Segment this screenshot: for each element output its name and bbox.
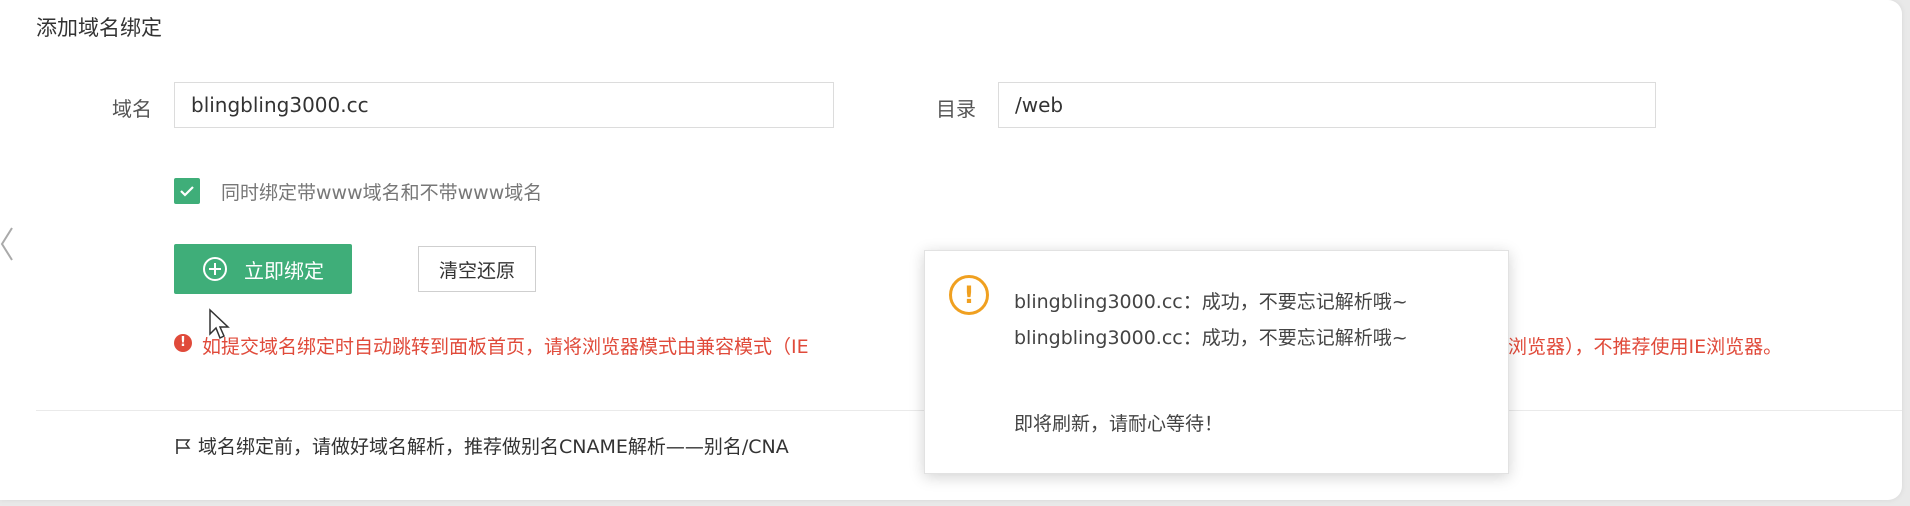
bind-now-button[interactable]: 立即绑定 [174, 244, 352, 294]
dialog-line-3: 即将刷新，请耐心等待！ [1014, 413, 1224, 435]
success-message-dialog: ! blingbling3000.cc：成功，不要忘记解析哦~ blingbli… [924, 250, 1509, 474]
reset-button[interactable]: 清空还原 [418, 246, 536, 292]
dns-tip-text: 域名绑定前，请做好域名解析，推荐做别名CNAME解析——别名/CNA [198, 436, 789, 458]
dialog-line-1: blingbling3000.cc：成功，不要忘记解析哦~ [1014, 291, 1408, 313]
chevron-left-icon[interactable] [0, 224, 14, 264]
dialog-line-2: blingbling3000.cc：成功，不要忘记解析哦~ [1014, 327, 1408, 349]
flag-icon [176, 439, 191, 454]
bind-now-label: 立即绑定 [244, 258, 324, 283]
check-icon [180, 186, 194, 197]
dns-tip: 域名绑定前，请做好域名解析，推荐做别名CNAME解析——别名/CNA [174, 432, 789, 459]
directory-label: 目录 [936, 97, 976, 121]
directory-input[interactable]: /web [998, 82, 1656, 128]
exclamation-icon: ! [949, 275, 989, 315]
bind-www-checkbox[interactable] [174, 178, 200, 204]
warning-text-right: 浏览器），不推荐使用IE浏览器。 [1508, 336, 1783, 358]
page-title: 添加域名绑定 [36, 16, 162, 40]
domain-label: 域名 [112, 97, 152, 121]
bind-www-checkbox-label: 同时绑定带www域名和不带www域名 [221, 182, 543, 204]
plus-circle-icon [203, 257, 227, 281]
warning-text-left: 如提交域名绑定时自动跳转到面板首页，请将浏览器模式由兼容模式（IE [202, 336, 809, 358]
domain-input[interactable]: blingbling3000.cc [174, 82, 834, 128]
mouse-cursor-icon [209, 308, 230, 340]
alert-circle-icon: ! [174, 334, 192, 352]
